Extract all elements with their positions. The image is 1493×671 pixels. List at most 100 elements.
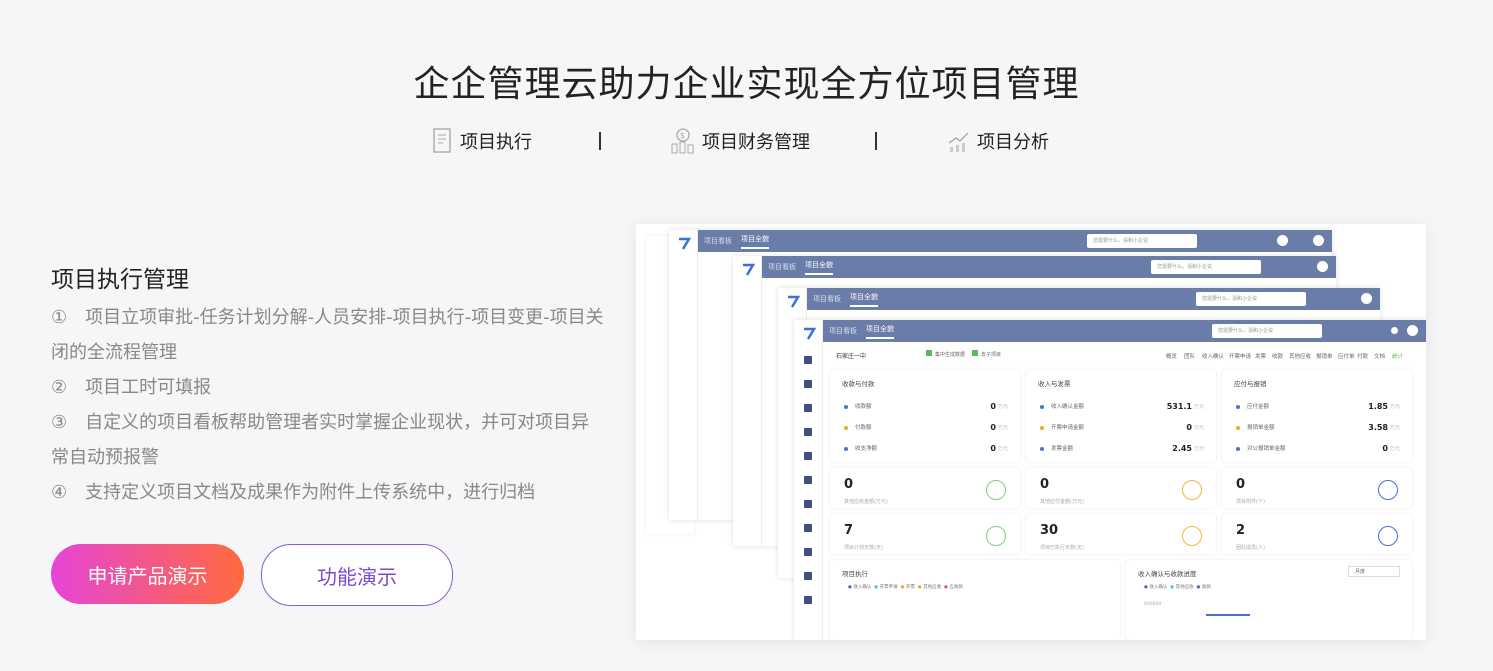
legend-item: ● 收入确认	[1144, 585, 1168, 590]
document-icon	[433, 128, 451, 153]
metric-label: 发票金额	[1051, 446, 1074, 452]
metric-dot	[1040, 425, 1044, 430]
current-tab: 项目全貌	[866, 324, 894, 339]
tab-label: 项目执行	[460, 132, 532, 153]
hat-icon[interactable]	[804, 452, 812, 460]
user-avatar[interactable]	[1407, 325, 1418, 336]
metric-row: 报销单金额 3.58 万元	[1236, 423, 1400, 433]
calendar-icon	[1182, 526, 1202, 546]
legend-item: ● 开票	[900, 585, 915, 590]
avatar[interactable]	[1277, 235, 1288, 246]
stat-value: 7	[844, 523, 854, 538]
metric-unit: 万元	[1193, 446, 1204, 452]
tab-project-analysis[interactable]: 项目分析	[947, 128, 1049, 154]
metric-label: 报销单金额	[1247, 425, 1275, 431]
metric-row: 开票申请金额 0 万元	[1040, 423, 1204, 433]
nav-tab[interactable]: 报销单	[1316, 352, 1333, 360]
nav-tab-active[interactable]: 统计	[1392, 352, 1403, 360]
metric-unit: 万元	[1389, 404, 1400, 410]
stat-card: 0 其他应收金额(万元)	[830, 468, 1020, 508]
chart-line	[1206, 614, 1250, 616]
nav-tab[interactable]: 其他应收	[1289, 352, 1311, 360]
metric-label: 应付金额	[1247, 404, 1270, 410]
grid-icon[interactable]	[804, 476, 812, 484]
nav-tab[interactable]: 应付单	[1338, 352, 1355, 360]
metric-row: 收入确认金额 531.1 万元	[1040, 402, 1204, 412]
project-header: 石家庄一中 集中生成数据 去子项目 概览 团队 收入确认 开票申请 发票 收款 …	[830, 348, 1418, 362]
tab-separator	[875, 132, 877, 150]
legend-label: 开票	[905, 585, 915, 590]
metric-unit: 万元	[1389, 425, 1400, 431]
metric-label: 付款额	[855, 425, 872, 431]
search-input[interactable]: 您需要什么，请和小企说	[1151, 260, 1261, 274]
metric-unit: 万元	[1193, 404, 1204, 410]
metric-label: 收入确认金额	[1051, 404, 1085, 410]
metric-label: 开票申请金额	[1051, 425, 1085, 431]
metric-row: 付款额 0 万元	[844, 423, 1008, 433]
feature-list: ① 项目立项审批-任务计划分解-人员安排-项目执行-项目变更-项目关闭的全流程管…	[51, 300, 606, 510]
stat-card: 30 项目已执行天数(天)	[1026, 514, 1216, 554]
chart-panel-execution: 项目执行 ● 收入确认 ● 开票申请 ● 开票 ● 其他应收 ● 应收款	[830, 560, 1120, 640]
metric-dot	[1040, 446, 1044, 451]
bar-chart-icon[interactable]	[804, 548, 812, 556]
tag-icon[interactable]	[804, 404, 812, 412]
nav-tab[interactable]: 开票申请	[1229, 352, 1251, 360]
metric-value: 531.1	[1166, 402, 1192, 411]
legend-item: ● 应收款	[944, 585, 963, 590]
report-icon[interactable]	[804, 572, 812, 580]
metric-label: 收款额	[855, 404, 872, 410]
tab-project-finance[interactable]: $ 项目财务管理	[670, 128, 810, 154]
card-icon[interactable]	[804, 380, 812, 388]
stat-card: 0 项目附件(个)	[1222, 468, 1412, 508]
book-icon[interactable]	[804, 500, 812, 508]
avatar[interactable]	[1361, 293, 1372, 304]
filter-label: 去子项目	[981, 352, 1002, 358]
panel-title: 收入确认与收款进度	[1138, 570, 1197, 578]
tab-project-execution[interactable]: 项目执行	[432, 128, 532, 154]
nav-tab[interactable]: 概览	[1166, 352, 1177, 360]
folder-icon[interactable]	[804, 356, 812, 364]
nav-tab[interactable]: 发票	[1255, 352, 1266, 360]
legend-label: 开票申请	[879, 585, 898, 590]
logo-icon	[786, 294, 801, 308]
stat-value: 0	[844, 477, 854, 492]
nav-tab[interactable]: 团队	[1184, 352, 1195, 360]
period-select[interactable]: 月度	[1348, 566, 1400, 577]
metric-dot	[1236, 446, 1240, 451]
summary-card: 收入与发票 收入确认金额 531.1 万元 开票申请金额 0 万元 发票金额 2.45 万元	[1026, 370, 1216, 462]
nav-tab[interactable]: 收款	[1272, 352, 1283, 360]
request-demo-button[interactable]: 申请产品演示	[51, 544, 244, 604]
bulb-icon[interactable]	[804, 428, 812, 436]
search-input[interactable]: 您需要什么，请和小企说	[1087, 234, 1197, 248]
nav-tab[interactable]: 文档	[1374, 352, 1385, 360]
breadcrumb: 项目看板	[829, 327, 857, 335]
user-icon	[1378, 526, 1398, 546]
attachment-icon	[1378, 480, 1398, 500]
analysis-chart-icon	[948, 132, 969, 152]
stat-value: 0	[1040, 477, 1050, 492]
current-tab: 项目全貌	[741, 234, 769, 249]
metric-row: 发票金额 2.45 万元	[1040, 444, 1204, 454]
product-screenshot: 项目看板 项目全貌 您需要什么，请和小企说 项目看板 项目全貌 您需要什么，请和…	[636, 224, 1426, 640]
breadcrumb: 项目看板	[768, 263, 796, 271]
nav-tab[interactable]: 付款	[1357, 352, 1368, 360]
avatar[interactable]	[1313, 235, 1324, 246]
avatar[interactable]	[1317, 261, 1328, 272]
chart-legend: ● 收入确认 ● 其他应收 ● 收款	[1144, 584, 1211, 590]
search-input[interactable]: 您需要什么，请和小企说	[1212, 324, 1322, 338]
feature-demo-button[interactable]: 功能演示	[261, 544, 453, 606]
metric-row: 应付金额 1.85 万元	[1236, 402, 1400, 412]
breadcrumb: 项目看板	[813, 295, 841, 303]
filter-checkbox[interactable]: 去子项目	[972, 350, 1001, 358]
nav-tab[interactable]: 收入确认	[1202, 352, 1224, 360]
search-input[interactable]: 您需要什么，请和小企说	[1196, 292, 1306, 306]
filter-checkbox[interactable]: 集中生成数据	[926, 350, 965, 358]
metric-unit: 万元	[997, 446, 1008, 452]
metric-row: 对公报销单金额 0 万元	[1236, 444, 1400, 454]
legend-label: 收入确认	[853, 585, 872, 590]
notification-icon[interactable]	[1391, 327, 1398, 334]
project-name[interactable]: 石家庄一中	[836, 351, 866, 360]
settings-icon[interactable]	[804, 524, 812, 532]
tools-icon[interactable]	[804, 596, 812, 604]
metric-dot	[1236, 425, 1240, 430]
